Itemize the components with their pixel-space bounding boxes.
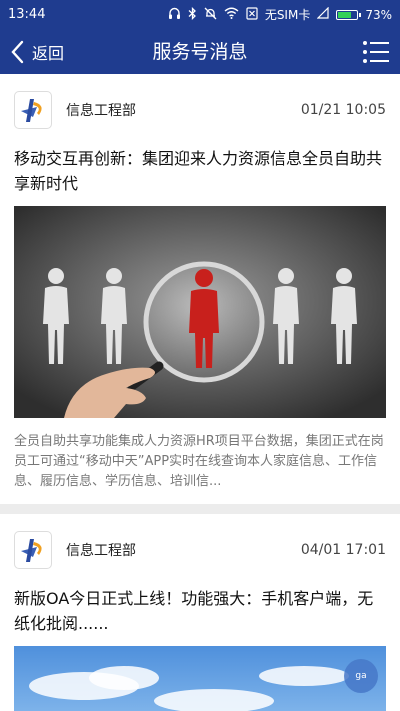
no-sim-icon	[246, 6, 258, 23]
message-header: 信息工程部 01/21 10:05	[14, 74, 386, 146]
battery-icon	[336, 9, 362, 20]
sim-status-text: 无SIM卡	[264, 8, 311, 22]
mute-icon	[204, 7, 217, 23]
floating-action-button[interactable]: ga	[344, 659, 378, 693]
message-card[interactable]: 信息工程部 01/21 10:05 移动交互再创新：集团迎来人力资源信息全员自助…	[0, 74, 400, 504]
status-time: 13:44	[8, 7, 46, 22]
status-icons: 无SIM卡 73%	[168, 6, 392, 23]
battery-percent: 73%	[365, 7, 392, 22]
nav-bar: 返回 服务号消息	[0, 30, 400, 74]
back-button[interactable]: 返回	[10, 30, 64, 74]
hr-search-image[interactable]	[14, 206, 386, 418]
sender-name: 信息工程部	[66, 543, 136, 559]
headset-icon	[168, 7, 181, 23]
battery-fill	[338, 11, 351, 18]
sender-name: 信息工程部	[66, 103, 136, 119]
message-title[interactable]: 移动交互再创新：集团迎来人力资源信息全员自助共享新时代	[14, 146, 386, 196]
message-date: 01/21 10:05	[300, 102, 386, 118]
message-card[interactable]: 信息工程部 04/01 17:01 新版OA今日正式上线！功能强大：手机客户端，…	[0, 514, 400, 711]
wifi-icon	[224, 7, 239, 22]
status-bar: 13:44 无SIM卡 73%	[0, 0, 400, 30]
signal-icon	[316, 6, 329, 22]
message-summary: 全员自助共享功能集成人力资源HR项目平台数据，集团正式在岗员工可通过“移动中天”…	[14, 434, 384, 489]
message-title[interactable]: 新版OA今日正式上线！功能强大：手机客户端，无纸化批阅......	[14, 586, 386, 636]
chevron-left-icon	[11, 40, 24, 64]
bluetooth-icon	[188, 6, 197, 23]
sky-image[interactable]	[14, 646, 386, 711]
back-label: 返回	[32, 44, 65, 63]
message-feed[interactable]: 信息工程部 01/21 10:05 移动交互再创新：集团迎来人力资源信息全员自助…	[0, 74, 400, 711]
department-logo-icon	[14, 91, 52, 129]
message-date: 04/01 17:01	[300, 542, 386, 558]
menu-list-icon[interactable]	[362, 38, 390, 66]
department-logo-icon	[14, 531, 52, 569]
message-header: 信息工程部 04/01 17:01	[14, 514, 386, 586]
